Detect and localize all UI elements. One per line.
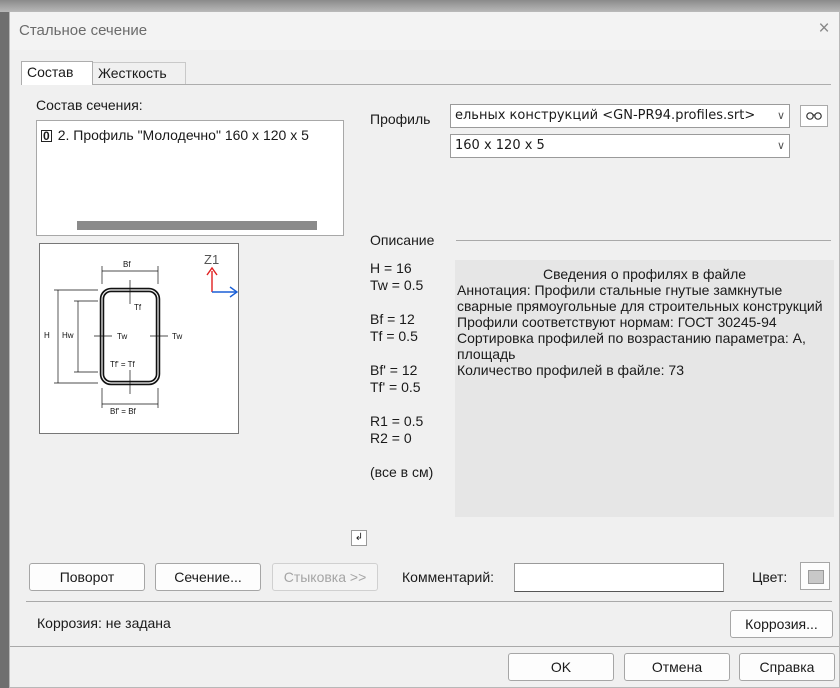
profile-file-info: Сведения о профилях в файле Аннотация: П… — [455, 260, 834, 517]
profile-library-value: ельных конструкций <GN-PR94.profiles.srt… — [455, 108, 756, 123]
corrosion-button[interactable]: Коррозия... — [730, 610, 833, 638]
param-bf: Bf = 12 — [370, 311, 415, 327]
profile-label: Профиль — [370, 111, 431, 127]
info-count: Количество профилей в файле: 73 — [457, 362, 684, 378]
color-swatch — [808, 570, 824, 584]
chevron-down-icon: ∨ — [776, 139, 785, 152]
section-button[interactable]: Сечение... — [155, 563, 261, 591]
color-button[interactable] — [800, 562, 830, 590]
param-r2: R2 = 0 — [370, 430, 412, 446]
description-label: Описание — [370, 232, 435, 248]
dialog-title: Стальное сечение — [19, 22, 148, 39]
dim-tw-left-label: Tw — [117, 332, 127, 341]
dim-hw-label: Hw — [62, 331, 74, 340]
dim-bf-label: Bf — [123, 260, 131, 269]
cancel-button[interactable]: Отмена — [624, 653, 730, 681]
item-marker-icon: 0 — [41, 129, 52, 143]
glasses-icon[interactable] — [800, 105, 828, 127]
comment-input[interactable] — [514, 563, 724, 592]
color-label: Цвет: — [752, 569, 788, 585]
param-tf2: Tf' = 0.5 — [370, 379, 421, 395]
joint-button[interactable]: Стыковка >> — [272, 563, 378, 591]
info-heading: Сведения о профилях в файле — [542, 266, 747, 282]
info-standard: Профили соответствуют нормам: ГОСТ 30245… — [457, 314, 777, 330]
rotate-button[interactable]: Поворот — [29, 563, 145, 591]
profile-library-select[interactable]: ельных конструкций <GN-PR94.profiles.srt… — [450, 104, 790, 128]
title-bar: Стальное сечение × — [10, 12, 839, 50]
param-units: (все в см) — [370, 464, 434, 480]
steel-section-dialog: Стальное сечение × Состав Жесткость Сост… — [9, 11, 840, 688]
param-bf2: Bf' = 12 — [370, 362, 418, 378]
close-icon[interactable]: × — [811, 16, 837, 42]
footer-divider — [26, 601, 832, 602]
horizontal-scrollbar-thumb[interactable] — [77, 221, 317, 230]
enter-icon[interactable]: ↲ — [351, 530, 367, 546]
axis-z1-label: Z1 — [204, 252, 219, 267]
bottom-divider — [10, 646, 839, 647]
comment-label: Комментарий: — [402, 569, 495, 585]
param-r1: R1 = 0.5 — [370, 413, 424, 429]
info-sorting: Сортировка профилей по возрастанию парам… — [457, 330, 806, 362]
section-diagram: Bf Bf' = Bf H Hw Tf Tw Tw Tf' = Tf Z1 — [39, 243, 239, 434]
tab-composition[interactable]: Состав — [21, 61, 93, 85]
tab-stiffness[interactable]: Жесткость — [92, 62, 186, 84]
section-composition-label: Состав сечения: — [36, 97, 143, 113]
dim-tf2-label: Tf' = Tf — [110, 360, 135, 369]
list-item-label: 2. Профиль "Молодечно" 160 х 120 х 5 — [57, 127, 309, 143]
profile-size-value: 160 x 120 x 5 — [455, 138, 545, 153]
list-item[interactable]: 0 2. Профиль "Молодечно" 160 х 120 х 5 — [41, 127, 309, 143]
dim-tw-right-label: Tw — [172, 332, 182, 341]
profile-size-select[interactable]: 160 x 120 x 5 ∨ — [450, 134, 790, 158]
ok-button[interactable]: OK — [508, 653, 614, 681]
info-annotation: Аннотация: Профили стальные гнутые замкн… — [457, 282, 823, 314]
corrosion-status: Коррозия: не задана — [37, 615, 171, 631]
dim-h-label: H — [44, 331, 50, 340]
help-button[interactable]: Справка — [739, 653, 835, 681]
chevron-down-icon: ∨ — [776, 109, 785, 122]
param-tf: Tf = 0.5 — [370, 328, 418, 344]
param-tw: Tw = 0.5 — [370, 277, 424, 293]
dim-bf2-label: Bf' = Bf — [110, 407, 137, 416]
section-composition-list[interactable]: 0 2. Профиль "Молодечно" 160 х 120 х 5 — [36, 120, 344, 236]
profile-parameters: H = 16 Tw = 0.5 Bf = 12 Tf = 0.5 Bf' = 1… — [370, 260, 433, 481]
description-divider — [456, 240, 831, 241]
dim-tf-label: Tf — [134, 303, 142, 312]
param-h: H = 16 — [370, 260, 412, 276]
